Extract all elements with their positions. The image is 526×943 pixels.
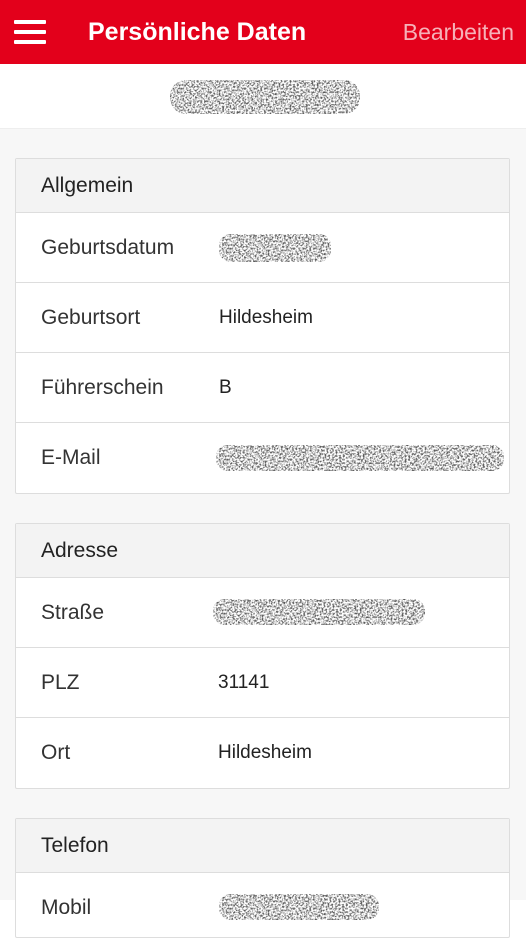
content-area: Allgemein Geburtsdatum Geburtsort Hildes…	[0, 129, 526, 938]
row-label: Ort	[41, 741, 71, 764]
row-plz: PLZ 31141	[16, 648, 509, 718]
section-adresse: Adresse Straße PLZ 31141 Ort Hildesheim	[15, 523, 510, 789]
section-title: Telefon	[16, 819, 509, 873]
row-email: E-Mail	[16, 423, 509, 493]
section-title: Allgemein	[16, 159, 509, 213]
redacted-value	[216, 445, 504, 471]
redacted-name	[170, 80, 360, 114]
row-value: B	[219, 377, 232, 398]
row-geburtsort: Geburtsort Hildesheim	[16, 283, 509, 353]
app-bar: Persönliche Daten Bearbeiten	[0, 0, 526, 64]
edit-button[interactable]: Bearbeiten	[403, 0, 514, 64]
section-allgemein: Allgemein Geburtsdatum Geburtsort Hildes…	[15, 158, 510, 494]
row-label: Geburtsdatum	[41, 236, 175, 259]
section-title: Adresse	[16, 524, 509, 578]
row-label: Straße	[41, 601, 105, 624]
row-value: Hildesheim	[219, 307, 313, 328]
page-title: Persönliche Daten	[88, 18, 307, 46]
row-label: Führerschein	[41, 376, 164, 399]
row-label: PLZ	[41, 671, 80, 694]
row-geburtsdatum: Geburtsdatum	[16, 213, 509, 283]
row-value: Hildesheim	[218, 742, 312, 763]
user-name-bar	[0, 64, 526, 129]
row-label: Geburtsort	[41, 306, 141, 329]
redacted-value	[219, 894, 379, 920]
row-strasse: Straße	[16, 578, 509, 648]
row-ort: Ort Hildesheim	[16, 718, 509, 788]
row-label: Mobil	[41, 896, 92, 919]
row-label: E-Mail	[41, 446, 101, 469]
row-value: 31141	[218, 672, 270, 693]
row-mobil: Mobil	[16, 873, 509, 943]
row-fuehrerschein: Führerschein B	[16, 353, 509, 423]
redacted-value	[219, 234, 331, 262]
section-telefon: Telefon Mobil	[15, 818, 510, 938]
redacted-value	[213, 599, 425, 625]
hamburger-menu-icon[interactable]	[14, 20, 46, 44]
